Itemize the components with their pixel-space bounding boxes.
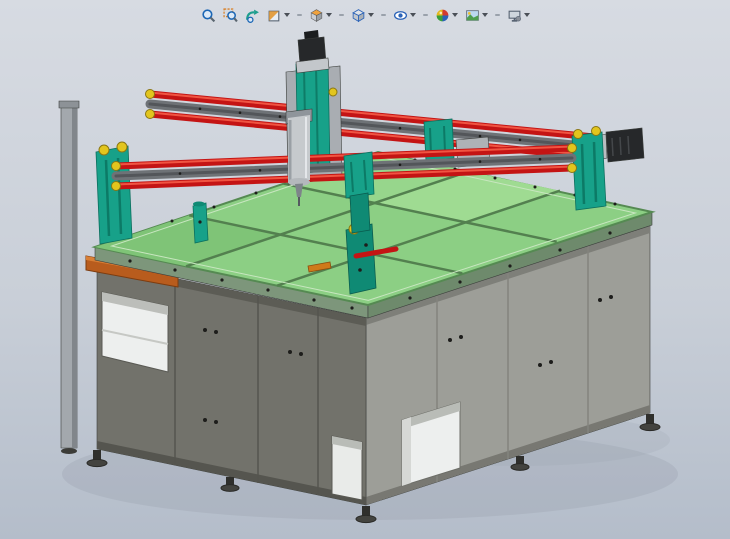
open-compartment-front: [332, 436, 362, 500]
zoom-to-fit-icon: [201, 8, 216, 23]
front-carriage: [344, 152, 374, 198]
leveling-foot: [640, 414, 660, 431]
view-settings-button[interactable]: [505, 5, 532, 25]
clamp-bracket: [193, 202, 208, 244]
dropdown-caret: [482, 13, 488, 17]
dropdown-caret: [452, 13, 458, 17]
section-view-icon: [267, 8, 282, 23]
view-orientation-button[interactable]: [307, 5, 334, 25]
dropdown-caret: [326, 13, 332, 17]
toolbar-separator: [423, 14, 428, 16]
toolbar-separator: [297, 14, 302, 16]
carriage-link: [350, 193, 370, 233]
hide-show-items-button[interactable]: [391, 5, 418, 25]
z-motor: [296, 30, 329, 73]
cad-application-window: [0, 0, 730, 539]
previous-view-button[interactable]: [243, 5, 262, 25]
heads-up-view-toolbar: [0, 4, 730, 26]
previous-view-icon: [245, 8, 260, 23]
edit-appearance-icon: [435, 8, 450, 23]
right-gantry-tower[interactable]: [572, 127, 606, 211]
machine-model[interactable]: [0, 0, 730, 539]
hide-show-items-icon: [393, 8, 408, 23]
edit-appearance-button[interactable]: [433, 5, 460, 25]
zoom-to-area-button[interactable]: [221, 5, 240, 25]
toolbar-separator: [381, 14, 386, 16]
side-support-post[interactable]: [59, 101, 79, 454]
dropdown-caret: [524, 13, 530, 17]
axis-motor: [598, 128, 644, 162]
dropdown-caret: [368, 13, 374, 17]
section-view-button[interactable]: [265, 5, 292, 25]
apply-scene-icon: [465, 8, 480, 23]
view-orientation-icon: [309, 8, 324, 23]
cad-viewport[interactable]: [0, 0, 730, 539]
toolbar-separator: [339, 14, 344, 16]
display-style-icon: [351, 8, 366, 23]
dropdown-caret: [410, 13, 416, 17]
display-style-button[interactable]: [349, 5, 376, 25]
view-settings-icon: [507, 8, 522, 23]
toolbar-separator: [495, 14, 500, 16]
dropdown-caret: [284, 13, 290, 17]
apply-scene-button[interactable]: [463, 5, 490, 25]
left-gantry-tower[interactable]: [96, 142, 132, 244]
zoom-to-fit-button[interactable]: [199, 5, 218, 25]
zoom-to-area-icon: [223, 8, 238, 23]
